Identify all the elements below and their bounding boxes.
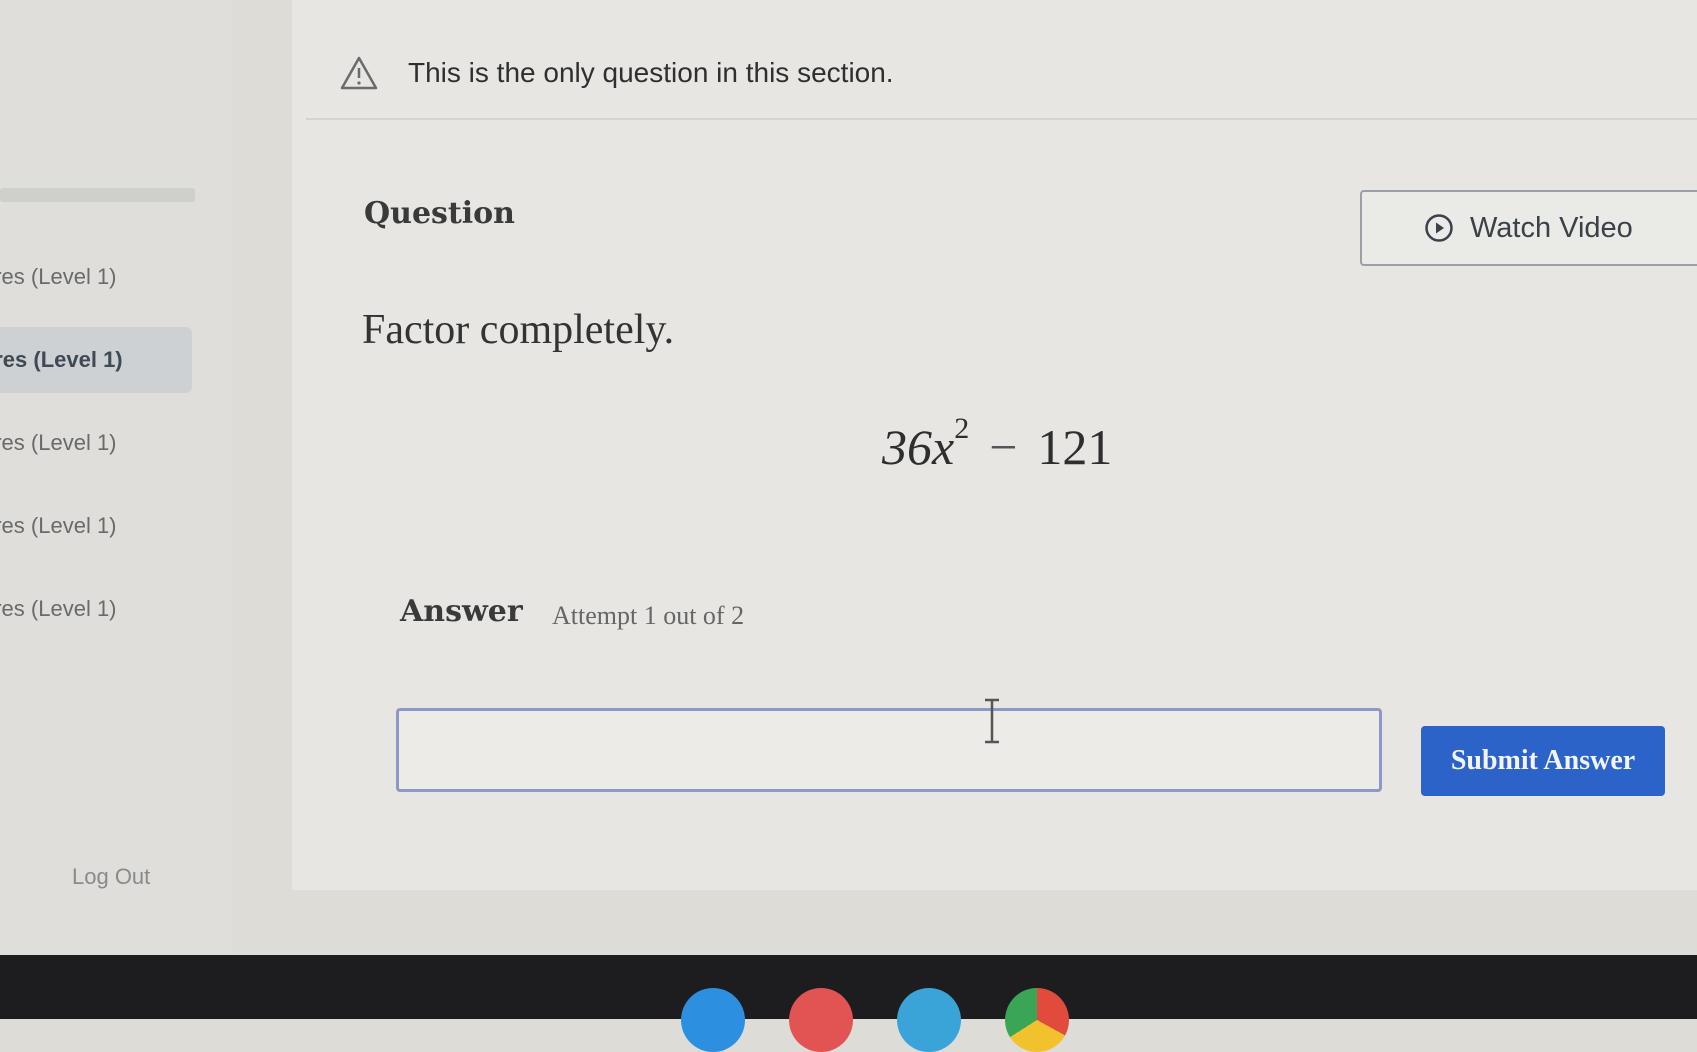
answer-input[interactable] bbox=[396, 708, 1382, 792]
math-expression: 36x2−121 bbox=[882, 412, 1113, 476]
notice-text: This is the only question in this sectio… bbox=[408, 57, 894, 88]
answer-heading: Answer bbox=[400, 594, 523, 629]
sidebar-item-3[interactable]: ares (Level 1) bbox=[0, 410, 192, 476]
sidebar-top-bar bbox=[0, 188, 195, 202]
expression-operator: − bbox=[989, 419, 1018, 475]
watch-video-button[interactable]: Watch Video bbox=[1360, 190, 1697, 266]
sidebar-item-4[interactable]: ares (Level 1) bbox=[0, 493, 192, 559]
sidebar-item-2-active[interactable]: ares (Level 1) bbox=[0, 327, 192, 393]
expression-term: 36x bbox=[882, 419, 955, 475]
text-cursor-icon bbox=[985, 698, 999, 744]
sidebar-item-1[interactable]: ares (Level 1) bbox=[0, 244, 192, 310]
warning-icon bbox=[340, 56, 378, 90]
sidebar-item-label: ares (Level 1) bbox=[0, 347, 123, 372]
question-prompt: Factor completely. bbox=[362, 307, 675, 353]
section-notice: This is the only question in this sectio… bbox=[306, 28, 1697, 120]
sidebar-item-label: ares (Level 1) bbox=[0, 596, 117, 621]
submit-answer-button[interactable]: Submit Answer bbox=[1421, 726, 1665, 796]
app-icon-blue[interactable] bbox=[681, 988, 745, 1052]
watch-video-label: Watch Video bbox=[1470, 211, 1633, 244]
sidebar: ares (Level 1) ares (Level 1) ares (Leve… bbox=[0, 0, 232, 955]
sidebar-item-label: ares (Level 1) bbox=[0, 513, 117, 538]
chrome-icon[interactable] bbox=[1005, 988, 1069, 1052]
sidebar-item-5[interactable]: ares (Level 1) bbox=[0, 576, 192, 642]
logout-link[interactable]: Log Out bbox=[72, 864, 150, 890]
sidebar-item-label: ares (Level 1) bbox=[0, 430, 117, 455]
sidebar-item-label: ares (Level 1) bbox=[0, 264, 117, 289]
camera-app-icon[interactable] bbox=[897, 988, 961, 1052]
attempt-counter: Attempt 1 out of 2 bbox=[552, 601, 745, 630]
expression-exponent: 2 bbox=[954, 412, 970, 446]
question-heading: Question bbox=[364, 196, 515, 231]
play-circle-icon bbox=[1425, 214, 1453, 242]
expression-constant: 121 bbox=[1037, 419, 1113, 475]
app-icon-red[interactable] bbox=[789, 988, 853, 1052]
